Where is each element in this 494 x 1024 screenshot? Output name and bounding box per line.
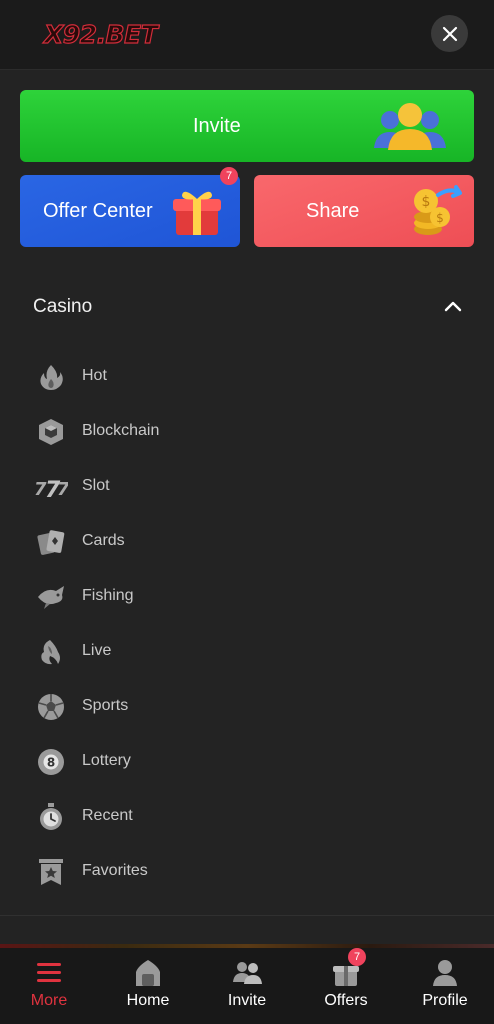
menu-item-cards[interactable]: Cards xyxy=(0,516,494,566)
tab-profile[interactable]: Profile xyxy=(396,948,494,1024)
tab-offers[interactable]: 7 Offers xyxy=(297,948,395,1024)
offer-center-button[interactable]: Offer Center 7 xyxy=(20,167,240,247)
share-button[interactable]: Share $ $ xyxy=(254,175,474,247)
coins-share-icon: $ $ xyxy=(414,185,462,235)
menu-item-label: Lottery xyxy=(82,752,131,769)
menu-item-blockchain[interactable]: Blockchain xyxy=(0,406,494,456)
menu-item-favorites[interactable]: Favorites xyxy=(0,846,494,896)
side-menu-panel: Invite Offer Center 7 Share $ $ Casino H… xyxy=(0,70,494,944)
tab-label: Profile xyxy=(422,992,468,1009)
menu-item-hot[interactable]: Hot xyxy=(0,351,494,401)
invite-button[interactable]: Invite xyxy=(20,90,474,162)
tab-label: Offers xyxy=(324,992,368,1009)
tab-label: Invite xyxy=(227,992,267,1009)
menu-item-sports[interactable]: Sports xyxy=(0,681,494,731)
invite-button-label: Invite xyxy=(193,115,241,137)
menu-item-label: Fishing xyxy=(82,587,134,604)
tab-more[interactable]: More xyxy=(0,948,98,1024)
menu-icon xyxy=(37,963,61,982)
section-title: Casino xyxy=(33,296,93,317)
menu-item-label: Blockchain xyxy=(82,422,160,439)
section-divider xyxy=(0,915,494,916)
menu-item-label: Live xyxy=(82,642,112,659)
top-bar: X92.BET xyxy=(0,0,494,70)
svg-text:$: $ xyxy=(436,211,444,225)
offer-center-badge: 7 xyxy=(220,167,238,185)
fish-icon xyxy=(38,586,64,609)
offer-center-label: Offer Center xyxy=(43,200,153,222)
menu-item-live[interactable]: Live xyxy=(0,626,494,676)
home-icon xyxy=(136,960,160,986)
tab-invite[interactable]: Invite xyxy=(198,948,296,1024)
flame-icon xyxy=(40,365,63,390)
soccer-ball-icon xyxy=(38,694,64,720)
chevron-up-icon xyxy=(444,301,462,312)
close-button[interactable] xyxy=(431,15,468,52)
casino-section-header[interactable]: Casino xyxy=(0,280,494,330)
menu-item-lottery[interactable]: 8 Lottery xyxy=(0,736,494,786)
menu-item-label: Slot xyxy=(82,477,110,494)
svg-text:7: 7 xyxy=(57,479,68,500)
close-icon xyxy=(442,26,457,41)
menu-item-label: Recent xyxy=(82,807,133,824)
menu-item-label: Cards xyxy=(82,532,125,549)
share-button-label: Share xyxy=(306,200,360,222)
profile-icon xyxy=(433,960,457,986)
lottery-ball-icon: 8 xyxy=(38,749,64,775)
users-group-icon xyxy=(374,103,446,150)
menu-item-label: Hot xyxy=(82,367,107,384)
menu-item-recent[interactable]: Recent xyxy=(0,791,494,841)
menu-item-fishing[interactable]: Fishing xyxy=(0,571,494,621)
menu-item-slot[interactable]: 7 7 7 Slot xyxy=(0,461,494,511)
brand-logo[interactable]: X92.BET xyxy=(43,19,158,49)
stopwatch-icon xyxy=(40,803,62,830)
menu-item-label: Sports xyxy=(82,697,129,714)
live-dealer-icon xyxy=(41,640,60,665)
offers-badge: 7 xyxy=(348,948,366,966)
slot-777-icon: 7 7 7 xyxy=(34,478,68,501)
cards-icon xyxy=(37,530,65,555)
tab-label: More xyxy=(30,992,68,1009)
tab-home[interactable]: Home xyxy=(99,948,197,1024)
svg-text:$: $ xyxy=(422,194,431,210)
blockchain-cube-icon xyxy=(39,419,63,445)
bookmark-star-icon xyxy=(39,859,63,885)
bottom-tab-bar: More Home Invite 7 Offers Profile xyxy=(0,948,494,1024)
tab-label: Home xyxy=(126,992,170,1009)
users-icon xyxy=(233,962,262,984)
menu-item-label: Favorites xyxy=(82,862,148,879)
svg-text:8: 8 xyxy=(47,756,55,770)
gift-box-icon xyxy=(173,191,221,235)
